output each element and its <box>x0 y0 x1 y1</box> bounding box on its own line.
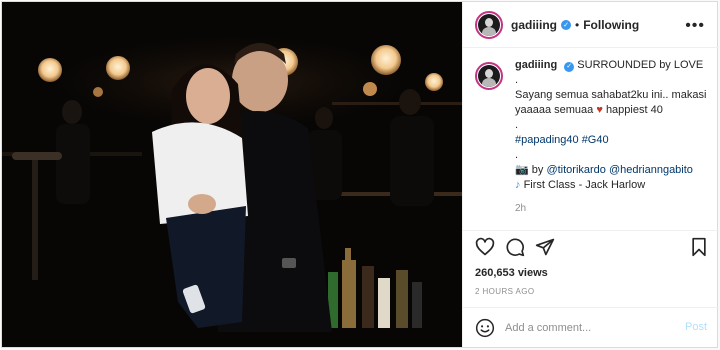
lamp-shape <box>363 82 377 96</box>
comment-icon[interactable] <box>505 237 525 257</box>
post-sidebar: gadiiing ✓ • Following ••• gadiiing ✓ SU… <box>462 2 719 347</box>
photo-credit-line: 📷 by @titorikardo @hedrianngabito <box>515 163 707 178</box>
post-card: gadiiing ✓ • Following ••• gadiiing ✓ SU… <box>1 1 719 348</box>
caption: gadiiing ✓ SURROUNDED by LOVE . Sayang s… <box>463 58 719 216</box>
photo-illustration <box>2 2 462 347</box>
post-username[interactable]: gadiiing <box>511 18 557 32</box>
music-note-icon: ♪ <box>515 179 521 191</box>
lamp-shape <box>38 58 62 82</box>
post-comment-button[interactable]: Post <box>685 321 707 333</box>
caption-username[interactable]: gadiiing <box>515 59 557 71</box>
lamp-shape <box>93 87 103 97</box>
post-header: gadiiing ✓ • Following ••• <box>463 2 719 48</box>
mention-hedrianngabito[interactable]: @hedrianngabito <box>609 164 693 176</box>
caption-dot: . <box>515 149 519 161</box>
comment-input[interactable] <box>505 317 665 338</box>
caption-headline-line: gadiiing ✓ SURROUNDED by LOVE <box>515 58 707 73</box>
caption-timestamp: 2h <box>515 203 527 214</box>
heart-emoji-icon: ♥ <box>596 104 603 116</box>
music-title[interactable]: First Class - Jack Harlow <box>524 179 646 191</box>
heart-icon[interactable] <box>475 237 495 257</box>
woman-face <box>186 68 230 124</box>
lamp-shape <box>371 45 401 75</box>
avatar[interactable] <box>475 10 503 39</box>
music-line: ♪ First Class - Jack Harlow <box>515 178 707 193</box>
comment-bar: Post <box>463 307 719 347</box>
smiley-icon[interactable] <box>475 318 495 338</box>
mention-titorikardo[interactable]: @titorikardo <box>546 164 605 176</box>
caption-dot: . <box>515 74 519 86</box>
hashtag-g40[interactable]: #G40 <box>582 134 609 146</box>
more-options-icon[interactable]: ••• <box>685 17 705 35</box>
following-button[interactable]: Following <box>583 18 639 32</box>
post-photo[interactable] <box>2 2 462 347</box>
verified-badge-icon: ✓ <box>561 19 571 30</box>
hashtag-papading40[interactable]: #papading40 <box>515 134 579 146</box>
view-count[interactable]: 260,653 views <box>475 267 548 279</box>
caption-message: Sayang semua sahabat2ku ini.. makasi yaa… <box>515 88 707 118</box>
caption-headline: SURROUNDED by LOVE <box>577 59 704 71</box>
lamp-shape <box>106 56 130 80</box>
paper-plane-icon[interactable] <box>535 237 555 257</box>
action-bar <box>463 230 719 260</box>
caption-avatar[interactable] <box>475 62 503 90</box>
instagram-post-modal: gadiiing ✓ • Following ••• gadiiing ✓ SU… <box>0 0 720 350</box>
bookmark-icon[interactable] <box>689 237 709 257</box>
caption-message-end: happiest 40 <box>605 104 663 116</box>
verified-badge-icon: ✓ <box>564 61 575 72</box>
separator-dot: • <box>575 17 580 32</box>
lamp-shape <box>425 73 443 91</box>
post-time-ago: 2 HOURS AGO <box>475 287 535 296</box>
caption-body: gadiiing ✓ SURROUNDED by LOVE . Sayang s… <box>515 58 707 216</box>
caption-dot: . <box>515 119 519 131</box>
photo-credit-prefix: 📷 by <box>515 164 544 176</box>
hashtag-line: #papading40 #G40 <box>515 133 707 148</box>
